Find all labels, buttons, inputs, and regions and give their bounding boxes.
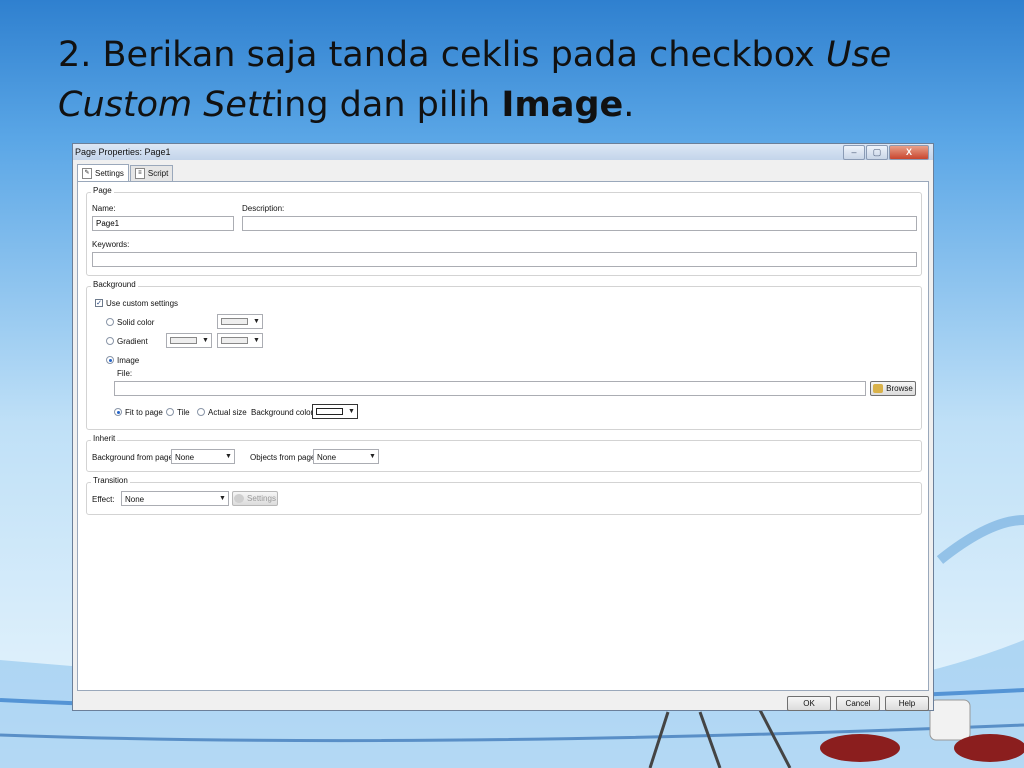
fit-to-page-radio[interactable] (114, 408, 122, 416)
dialog-titlebar[interactable]: Page Properties: Page1 – ▢ X (73, 144, 933, 160)
solid-color-dropdown[interactable]: ▼ (217, 314, 263, 329)
dialog-title: Page Properties: Page1 (75, 147, 171, 157)
chevron-down-icon: ▼ (348, 408, 355, 415)
page-group-title: Page (91, 186, 114, 195)
minimize-button[interactable]: – (843, 145, 865, 160)
effect-value: None (125, 495, 145, 504)
title-text-2: ing dan pilih (274, 85, 502, 125)
ok-label: OK (803, 699, 815, 708)
title-period: . (623, 85, 635, 125)
ok-button[interactable]: OK (787, 696, 831, 711)
file-label: File: (117, 369, 133, 378)
background-color-swatch (316, 408, 343, 415)
pencil-icon: ✎ (82, 167, 92, 179)
use-custom-settings-checkbox[interactable]: ✓ (95, 299, 103, 307)
cancel-label: Cancel (845, 699, 871, 708)
folder-search-icon (873, 384, 884, 393)
background-from-page-dropdown[interactable]: None ▼ (171, 449, 235, 464)
chevron-down-icon: ▼ (219, 495, 226, 502)
image-radio[interactable] (106, 356, 114, 364)
page-properties-dialog: Page Properties: Page1 – ▢ X ✎ Settings … (72, 143, 934, 711)
keywords-input[interactable] (92, 252, 917, 267)
chevron-down-icon: ▼ (225, 453, 232, 460)
keywords-label: Keywords: (92, 240, 130, 249)
file-input[interactable] (114, 381, 866, 396)
use-custom-settings-label[interactable]: Use custom settings (106, 299, 178, 308)
chevron-down-icon: ▼ (369, 453, 376, 460)
settings-panel: Page Name: Description: Keywords: Backgr… (77, 181, 929, 691)
tab-bar: ✎ Settings ≡ Script (77, 164, 174, 181)
effect-dropdown[interactable]: None ▼ (121, 491, 229, 506)
tab-settings-label: Settings (95, 168, 124, 178)
tab-script-label: Script (147, 169, 169, 178)
maximize-button[interactable]: ▢ (866, 145, 888, 160)
solid-color-radio[interactable] (106, 318, 114, 326)
tab-script[interactable]: ≡ Script (129, 165, 174, 181)
inherit-group-title: Inherit (91, 434, 118, 443)
gear-icon (234, 494, 245, 503)
background-from-page-value: None (175, 453, 195, 462)
tile-radio[interactable] (166, 408, 174, 416)
effect-label: Effect: (92, 495, 115, 504)
cancel-button[interactable]: Cancel (836, 696, 880, 711)
name-input[interactable] (92, 216, 234, 231)
objects-from-page-dropdown[interactable]: None ▼ (313, 449, 379, 464)
script-icon: ≡ (134, 168, 145, 179)
title-bold-image: Image (501, 85, 624, 125)
window-controls: – ▢ X (842, 145, 929, 160)
close-button[interactable]: X (889, 145, 929, 160)
gradient-end-dropdown[interactable]: ▼ (217, 333, 263, 348)
image-label: Image (117, 356, 140, 365)
gradient-start-swatch (170, 337, 197, 344)
actual-size-label: Actual size (208, 408, 247, 417)
actual-size-radio[interactable] (197, 408, 205, 416)
background-from-page-label: Background from page: (92, 453, 176, 462)
help-button[interactable]: Help (885, 696, 929, 711)
transition-settings-label: Settings (247, 494, 276, 503)
transition-settings-button[interactable]: Settings (232, 491, 278, 506)
solid-color-swatch (221, 318, 248, 325)
tab-settings[interactable]: ✎ Settings (77, 164, 129, 181)
background-color-picker[interactable]: ▼ (312, 404, 358, 419)
chevron-down-icon: ▼ (253, 318, 260, 325)
title-text-1: 2. Berikan saja tanda ceklis pada checkb… (58, 35, 826, 75)
title-emphasis-custom: Custom Sett (58, 85, 275, 125)
browse-label: Browse (886, 384, 913, 393)
chevron-down-icon: ▼ (202, 337, 209, 344)
objects-from-page-label: Objects from page: (250, 453, 318, 462)
description-input[interactable] (242, 216, 917, 231)
background-color-label: Background color: (251, 408, 316, 417)
fit-to-page-label: Fit to page (125, 408, 163, 417)
gradient-radio[interactable] (106, 337, 114, 345)
browse-button[interactable]: Browse (870, 381, 916, 396)
gradient-end-swatch (221, 337, 248, 344)
name-label: Name: (92, 204, 116, 213)
title-emphasis-use: Use (825, 35, 892, 75)
slide-title: 2. Berikan saja tanda ceklis pada checkb… (58, 30, 958, 130)
description-label: Description: (242, 204, 285, 213)
objects-from-page-value: None (317, 453, 337, 462)
help-label: Help (898, 699, 916, 708)
chevron-down-icon: ▼ (253, 337, 260, 344)
tile-label: Tile (177, 408, 190, 417)
solid-color-label: Solid color (117, 318, 155, 327)
gradient-start-dropdown[interactable]: ▼ (166, 333, 212, 348)
gradient-label: Gradient (117, 337, 148, 346)
transition-group-title: Transition (91, 476, 130, 485)
background-group-title: Background (91, 280, 138, 289)
